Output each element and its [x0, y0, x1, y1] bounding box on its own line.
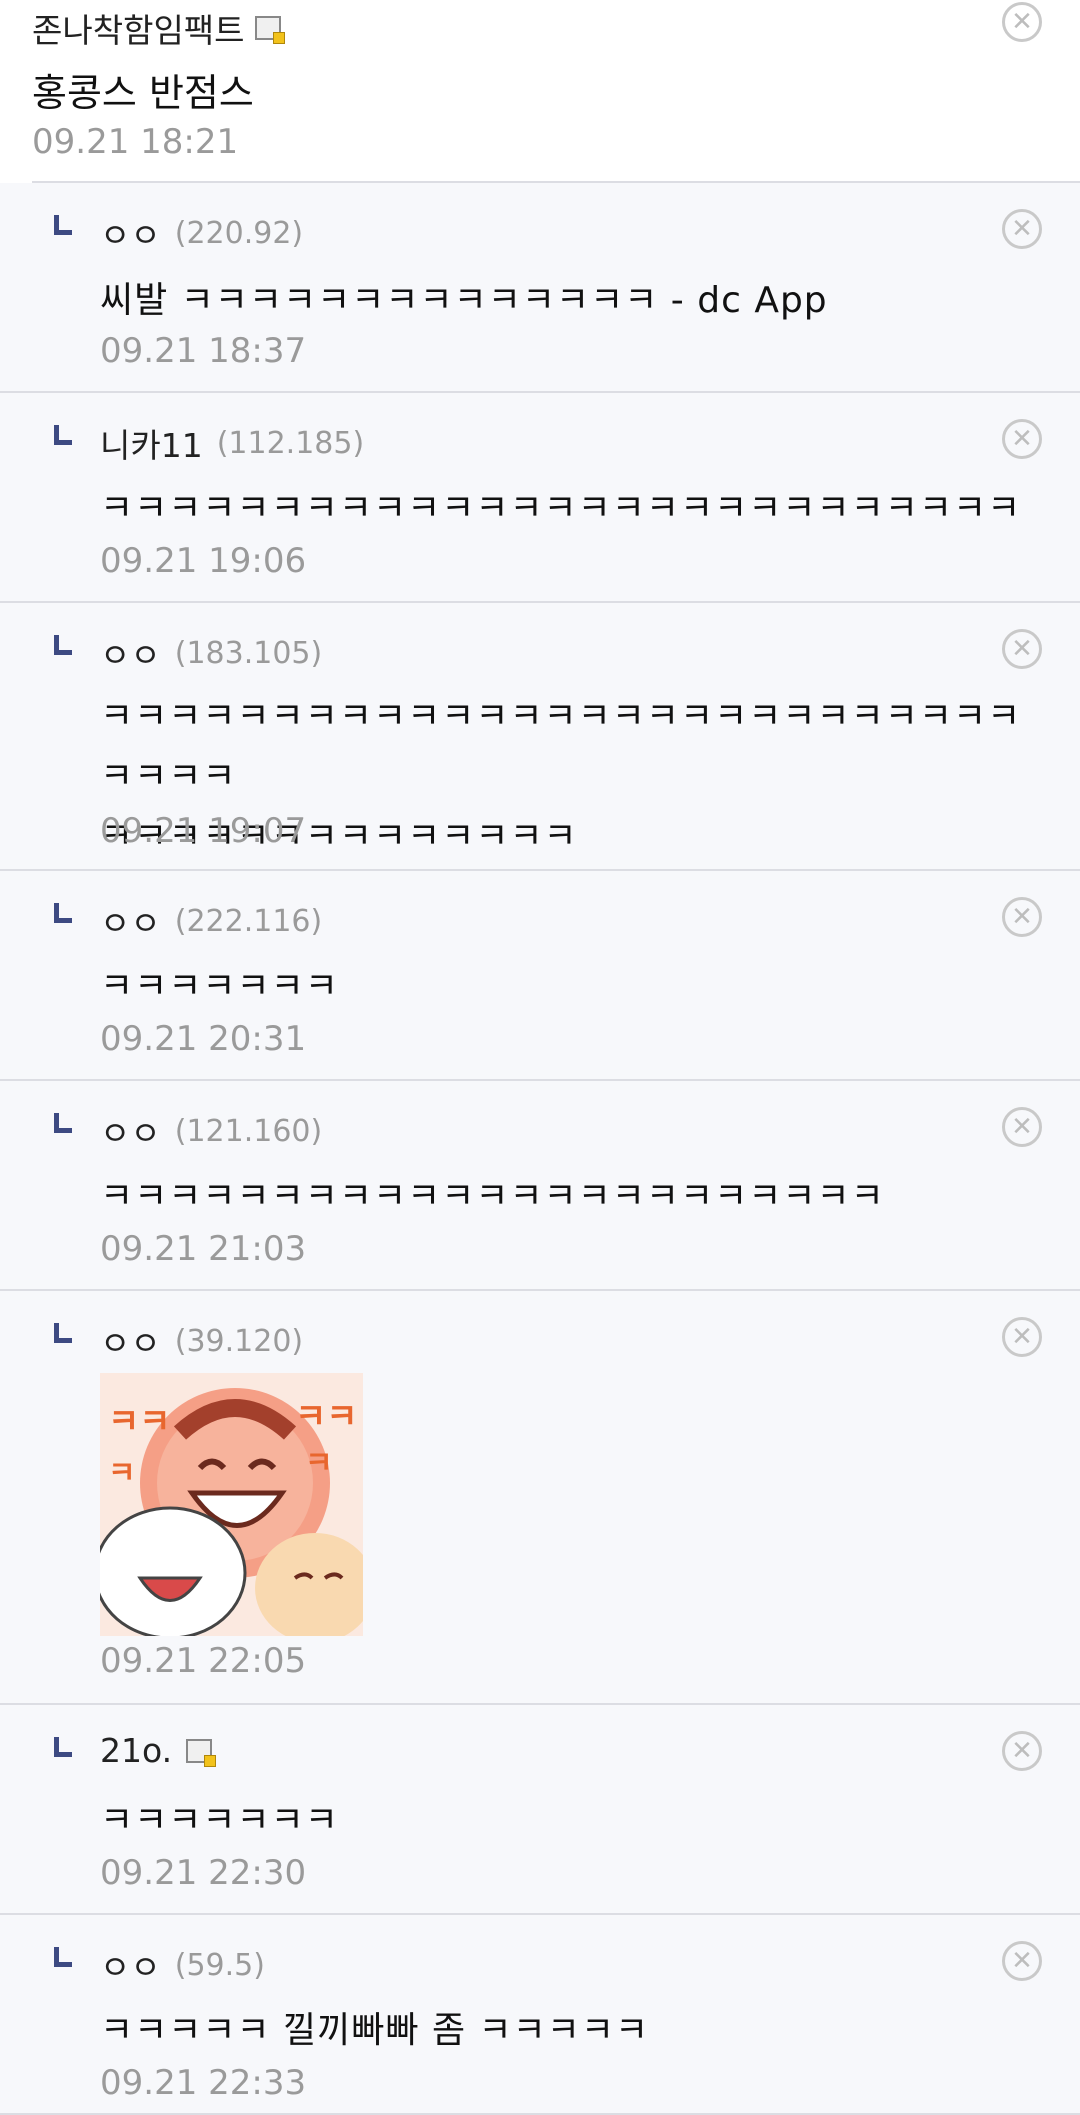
- reply-text: ㅋㅋㅋㅋㅋㅋㅋ: [100, 966, 339, 1007]
- reply-nick[interactable]: ㅇㅇ: [100, 629, 161, 677]
- close-icon[interactable]: ✕: [1002, 629, 1042, 669]
- reply-item: 21o. ✕ ㅋㅋㅋㅋㅋㅋㅋ 09.21 22:30: [0, 1705, 1080, 1915]
- close-icon[interactable]: ✕: [1002, 1317, 1042, 1357]
- reply-item: ㅇㅇ (39.120) ✕ ㅋㅋ ㅋㅋ ㅋ ㅋ 09.21 22:05: [0, 1291, 1080, 1705]
- reply-arrow-icon: [54, 903, 72, 923]
- reply-ip: (59.5): [174, 1947, 265, 1983]
- reply-time: 09.21 22:30: [100, 1853, 307, 1893]
- svg-text:ㅋ: ㅋ: [108, 1456, 136, 1491]
- reply-nick[interactable]: 니카11: [100, 419, 203, 467]
- close-icon[interactable]: ✕: [1002, 209, 1042, 249]
- reply-time: 09.21 19:06: [100, 541, 307, 581]
- close-icon[interactable]: ✕: [1002, 419, 1042, 459]
- reply-arrow-icon: [54, 635, 72, 655]
- close-icon[interactable]: ✕: [1002, 1731, 1042, 1771]
- reply-time: 09.21 18:37: [100, 331, 307, 371]
- laughing-characters-image: ㅋㅋ ㅋㅋ ㅋ ㅋ: [93, 1373, 375, 1643]
- close-icon[interactable]: ✕: [1002, 2, 1042, 42]
- comment-body: 홍콩스 반점스: [32, 71, 254, 115]
- reply-text: 씨발 ㅋㅋㅋㅋㅋㅋㅋㅋㅋㅋㅋㅋㅋㅋ - dc App: [100, 280, 828, 321]
- gallery-icon: [254, 16, 285, 44]
- reply-ip: (39.120): [174, 1323, 304, 1359]
- reply-nick[interactable]: ㅇㅇ: [100, 897, 161, 945]
- close-icon[interactable]: ✕: [1002, 1107, 1042, 1147]
- comment-author[interactable]: 존나착함임팩트: [32, 4, 285, 52]
- reply-nick[interactable]: ㅇㅇ: [100, 209, 161, 257]
- comment-item: 존나착함임팩트 홍콩스 반점스 09.21 18:21 ✕: [32, 0, 1080, 183]
- reply-text: ㅋㅋㅋㅋㅋㅋㅋ: [100, 1800, 339, 1841]
- reply-item: ㅇㅇ (183.105) ✕ ㅋㅋㅋㅋㅋㅋㅋㅋㅋㅋㅋㅋㅋㅋㅋㅋㅋㅋㅋㅋㅋㅋㅋㅋㅋ…: [0, 603, 1080, 871]
- reply-item: ㅇㅇ (220.92) ✕ 씨발 ㅋㅋㅋㅋㅋㅋㅋㅋㅋㅋㅋㅋㅋㅋ - dc App…: [0, 183, 1080, 393]
- reply-arrow-icon: [54, 425, 72, 445]
- reply-time: 09.21 20:31: [100, 1019, 307, 1059]
- close-icon[interactable]: ✕: [1002, 1941, 1042, 1981]
- close-icon[interactable]: ✕: [1002, 897, 1042, 937]
- reply-ip: (222.116): [174, 903, 323, 939]
- reply-item: 니카11 (112.185) ✕ ㅋㅋㅋㅋㅋㅋㅋㅋㅋㅋㅋㅋㅋㅋㅋㅋㅋㅋㅋㅋㅋㅋㅋ…: [0, 393, 1080, 603]
- gallery-icon: [186, 1738, 217, 1767]
- reply-time: 09.21 21:03: [100, 1229, 307, 1269]
- comment-time: 09.21 18:21: [32, 122, 239, 162]
- reply-text: ㅋㅋㅋㅋㅋㅋㅋㅋㅋㅋㅋㅋㅋㅋㅋㅋㅋㅋㅋㅋㅋㅋㅋㅋㅋㅋㅋ: [100, 488, 1022, 529]
- reply-nick[interactable]: 21o.: [100, 1731, 172, 1770]
- reply-time: 09.21 22:05: [100, 1641, 307, 1681]
- reply-arrow-icon: [54, 1113, 72, 1133]
- reply-item: ㅇㅇ (59.5) ✕ ㅋㅋㅋㅋㅋ 낄끼빠빠 좀 ㅋㅋㅋㅋㅋ 09.21 22:…: [0, 1915, 1080, 2115]
- reply-text: ㅋㅋㅋㅋㅋ 낄끼빠빠 좀 ㅋㅋㅋㅋㅋ: [100, 2010, 650, 2051]
- reply-arrow-icon: [54, 215, 72, 235]
- reply-ip: (183.105): [174, 635, 323, 671]
- reply-ip: (121.160): [174, 1113, 323, 1149]
- dccon-emoticon[interactable]: ㅋㅋ ㅋㅋ ㅋ ㅋ: [93, 1373, 375, 1643]
- reply-item: ㅇㅇ (222.116) ✕ ㅋㅋㅋㅋㅋㅋㅋ 09.21 20:31: [0, 871, 1080, 1081]
- reply-nick[interactable]: ㅇㅇ: [100, 1317, 161, 1365]
- svg-text:ㅋㅋ: ㅋㅋ: [108, 1402, 171, 1442]
- svg-text:ㅋ: ㅋ: [305, 1446, 333, 1481]
- reply-ip: (220.92): [174, 215, 304, 251]
- svg-text:ㅋㅋ: ㅋㅋ: [295, 1397, 358, 1437]
- reply-text: ㅋㅋㅋㅋㅋㅋㅋㅋㅋㅋㅋㅋㅋㅋㅋㅋㅋㅋㅋㅋㅋㅋㅋ: [100, 1176, 885, 1217]
- reply-item: ㅇㅇ (121.160) ✕ ㅋㅋㅋㅋㅋㅋㅋㅋㅋㅋㅋㅋㅋㅋㅋㅋㅋㅋㅋㅋㅋㅋㅋ 0…: [0, 1081, 1080, 1291]
- reply-nick[interactable]: ㅇㅇ: [100, 1941, 161, 1989]
- reply-arrow-icon: [54, 1323, 72, 1343]
- reply-ip: (112.185): [216, 425, 365, 461]
- reply-time: 09.21 22:33: [100, 2063, 307, 2103]
- reply-arrow-icon: [54, 1737, 72, 1757]
- reply-time: 09.21 19:07: [100, 811, 307, 851]
- reply-arrow-icon: [54, 1947, 72, 1967]
- comment-author-name: 존나착함임팩트: [32, 11, 245, 50]
- reply-nick[interactable]: ㅇㅇ: [100, 1107, 161, 1155]
